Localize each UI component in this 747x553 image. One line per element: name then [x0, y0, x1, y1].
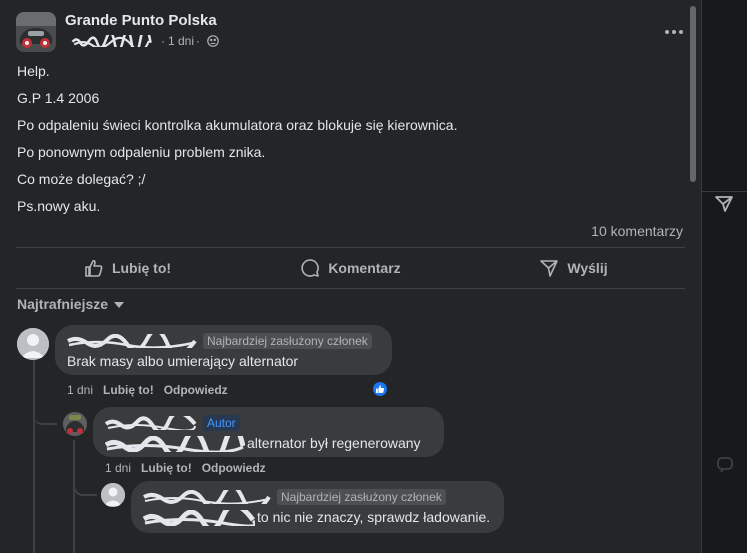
- author-avatar[interactable]: [63, 412, 87, 436]
- meta-separator: ·: [161, 34, 165, 48]
- like-button[interactable]: Lubię to!: [16, 250, 239, 286]
- comment-text: to nic nie znaczy, sprawdz ładowanie.: [143, 508, 492, 527]
- post-time[interactable]: 1 dni: [168, 34, 194, 48]
- comment-bubble: Najbardziej zasłużony członek to nic nie…: [131, 481, 504, 533]
- post-line: Co może dolegać? ;/: [17, 171, 146, 187]
- thumbs-up-icon: [85, 259, 103, 277]
- post-line: G.P 1.4 2006: [17, 90, 100, 106]
- privacy-group-icon[interactable]: [207, 35, 219, 47]
- send-button[interactable]: Wyślij: [462, 250, 685, 286]
- comment-bubble: Autor alternator był regenerowany: [93, 407, 444, 457]
- more-options-icon[interactable]: [662, 20, 686, 44]
- comment-time[interactable]: 1 dni: [67, 383, 93, 397]
- comment-bubble: Najbardziej zasłużony członek Brak masy …: [55, 325, 392, 375]
- commenter-avatar[interactable]: [17, 328, 49, 360]
- comment-author-row: Autor: [105, 414, 432, 432]
- comment-label: Komentarz: [328, 260, 401, 276]
- meta-separator-2: ·: [196, 34, 201, 48]
- commenter-avatar[interactable]: [101, 483, 125, 507]
- comment-bubble-icon: [301, 259, 320, 277]
- post-line: Po ponownym odpaleniu problem znika.: [17, 144, 266, 160]
- post-line: Ps.nowy aku.: [17, 198, 101, 214]
- group-avatar[interactable]: [16, 12, 56, 52]
- top-contributor-badge: Najbardziej zasłużony członek: [277, 489, 446, 505]
- post-body: Help. G.P 1.4 2006 Po odpaleniu świeci k…: [17, 62, 677, 224]
- comment-like-link[interactable]: Lubię to!: [103, 383, 154, 397]
- group-name[interactable]: Grande Punto Polska: [65, 12, 217, 29]
- comment-icon[interactable]: [715, 455, 735, 475]
- comment-like-link[interactable]: Lubię to!: [141, 461, 192, 475]
- divider: [16, 288, 685, 289]
- divider: [16, 247, 685, 248]
- send-icon: [540, 260, 559, 277]
- post-header: Grande Punto Polska · 1 dni ·: [16, 10, 686, 54]
- comment-author-row: Najbardziej zasłużony członek: [67, 332, 380, 350]
- redacted-commenter-name: [67, 334, 197, 348]
- comment-reply-link[interactable]: Odpowiedz: [164, 383, 228, 397]
- author-badge: Autor: [203, 415, 240, 431]
- thread-line: [73, 440, 75, 553]
- thread-line: [33, 360, 35, 553]
- comment-time[interactable]: 1 dni: [105, 461, 131, 475]
- thread-connector: [73, 478, 97, 496]
- post-line: Po odpaleniu świeci kontrolka akumulator…: [17, 117, 458, 133]
- like-label: Lubię to!: [111, 260, 172, 276]
- post-card: Grande Punto Polska · 1 dni · Help. G.P …: [0, 0, 702, 553]
- share-icon[interactable]: [712, 192, 736, 216]
- redacted-mention: [143, 509, 255, 526]
- sort-label: Najtrafniejsze: [17, 296, 109, 312]
- redacted-mention: [105, 435, 245, 452]
- comment-text-body: alternator był regenerowany: [247, 435, 421, 451]
- redacted-commenter-name: [105, 416, 197, 430]
- redacted-author-name: [71, 35, 152, 47]
- send-label: Wyślij: [567, 260, 608, 276]
- scrollbar-thumb[interactable]: [690, 6, 696, 182]
- comment-count[interactable]: 10 komentarzy: [591, 223, 683, 239]
- post-meta: · 1 dni ·: [65, 34, 219, 48]
- thread-connector: [33, 405, 57, 425]
- post-line: Help.: [17, 63, 50, 79]
- comment-meta: 1 dni Lubię to! Odpowiedz: [105, 461, 266, 475]
- comment-text: alternator był regenerowany: [105, 434, 432, 453]
- comment-button[interactable]: Komentarz: [239, 250, 462, 286]
- comment-meta: 1 dni Lubię to! Odpowiedz: [67, 383, 228, 397]
- comment-text-body: to nic nie znaczy, sprawdz ładowanie.: [257, 509, 491, 525]
- comment-author-row: Najbardziej zasłużony członek: [143, 488, 492, 506]
- comment-text: Brak masy albo umierający alternator: [67, 353, 299, 369]
- comment-sort-dropdown[interactable]: Najtrafniejsze: [17, 296, 125, 312]
- like-reaction-icon[interactable]: [371, 380, 389, 398]
- redacted-commenter-name: [143, 490, 271, 504]
- comment-reply-link[interactable]: Odpowiedz: [202, 461, 266, 475]
- caret-down-icon: [114, 302, 125, 308]
- top-contributor-badge: Najbardziej zasłużony członek: [203, 333, 372, 349]
- post-actions: Lubię to! Komentarz Wyślij: [16, 250, 685, 286]
